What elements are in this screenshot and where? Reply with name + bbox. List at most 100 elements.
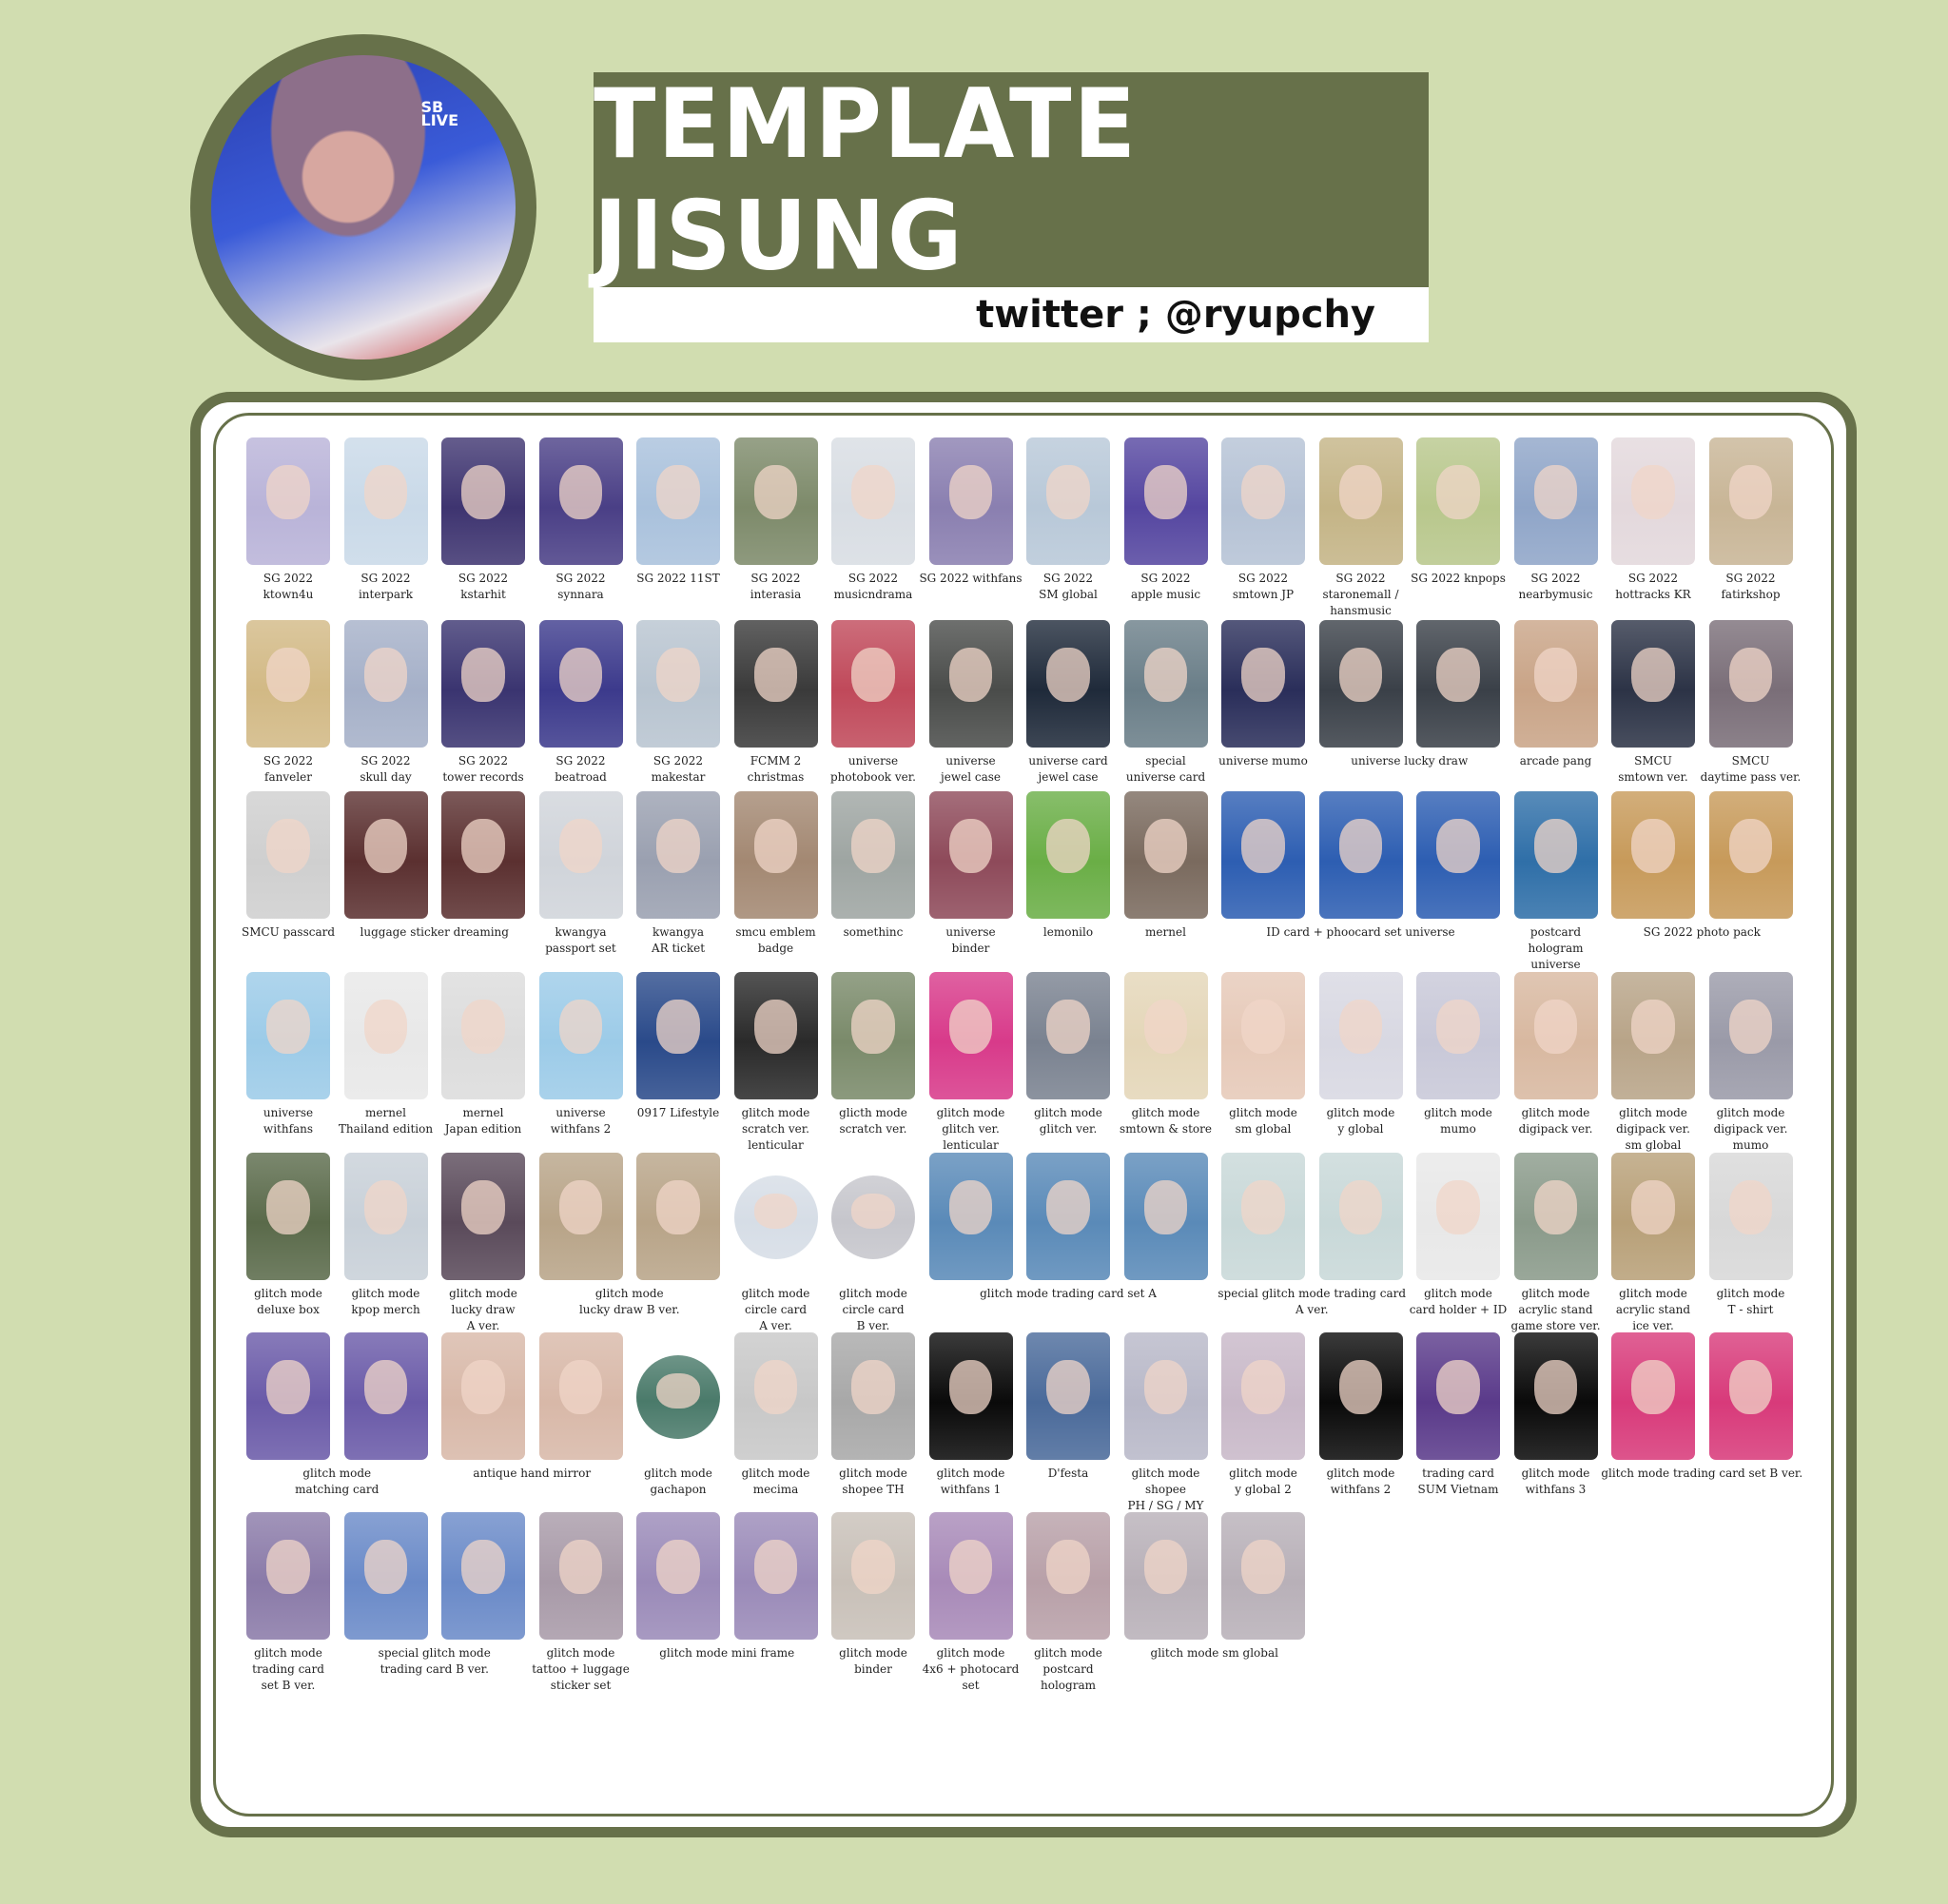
photocard-image: [246, 972, 330, 1099]
photocard-label: SMCU daytime pass ver.: [1700, 754, 1802, 784]
photocard-portrait: [1533, 1000, 1578, 1054]
photocard-label: glitch mode circle card B ver.: [839, 1287, 907, 1332]
photocard-image: [1123, 791, 1208, 919]
photocard-image: [538, 791, 623, 919]
photocard-portrait: [753, 819, 798, 873]
photocard-portrait: [753, 648, 798, 702]
photocard-image: [928, 1512, 1013, 1640]
photocard-portrait: [461, 1360, 505, 1414]
photocard-image: [1416, 791, 1500, 919]
photocard-image: [538, 1153, 623, 1280]
photocard-image: [733, 620, 818, 748]
photocard-image: [1513, 437, 1598, 565]
photocard-portrait: [656, 819, 700, 873]
photocard-image: [343, 972, 428, 1099]
photocard-portrait: [363, 1000, 408, 1054]
photocard-portrait: [1241, 1000, 1285, 1054]
broadcast-logo: SB LIVE: [420, 98, 458, 129]
photocard-image: [1416, 620, 1500, 748]
photocard-portrait: [558, 1360, 603, 1414]
photocard-image: [343, 791, 428, 919]
photocard-portrait: [1728, 465, 1773, 519]
photocard-image: [1318, 1153, 1403, 1280]
photocard-image: [831, 620, 915, 748]
photocard-portrait: [558, 1000, 603, 1054]
photocard-image: [1123, 1332, 1208, 1460]
photocard-image: [343, 1153, 428, 1280]
photocard-image: [343, 620, 428, 748]
photocard-portrait: [461, 465, 505, 519]
twitter-handle: twitter ; @ryupchy: [976, 293, 1375, 337]
photocard-portrait: [656, 465, 700, 519]
photocard-portrait: [1241, 465, 1285, 519]
photocard-image: [1611, 1153, 1695, 1280]
photocard-image: [733, 1512, 818, 1640]
photocard-image: [1708, 791, 1793, 919]
photocard-portrait: [851, 1540, 895, 1594]
photocard-portrait: [753, 465, 798, 519]
photocard-image: [1513, 1332, 1598, 1460]
photocard-image: [1416, 437, 1500, 565]
photocard-image: [1123, 437, 1208, 565]
photocard-portrait: [1338, 1180, 1383, 1234]
photocard-portrait: [948, 1540, 993, 1594]
photocard-label: glitch mode trading card set A: [980, 1287, 1157, 1300]
photocard-image: [441, 437, 525, 565]
photocard-image: [246, 620, 330, 748]
photocard-portrait: [1046, 1000, 1090, 1054]
photocard-image: [538, 1332, 623, 1460]
photocard-image: [1026, 1512, 1110, 1640]
photocard-portrait: [1143, 465, 1188, 519]
photocard-portrait: [1143, 819, 1188, 873]
photocard-image: [1318, 791, 1403, 919]
photocard-image: [246, 437, 330, 565]
photocard-image: [636, 437, 720, 565]
photocard-portrait: [948, 1180, 993, 1234]
photocard-portrait: [266, 1540, 310, 1594]
photocard-image: [1221, 437, 1305, 565]
photocard-portrait: [948, 819, 993, 873]
photocard-image: [1513, 620, 1598, 748]
photocard-label: glitch mode trading card set B ver.: [1601, 1467, 1803, 1480]
photocard-portrait: [948, 1000, 993, 1054]
photocard-portrait: [1143, 1540, 1188, 1594]
photocard-image: [831, 1512, 915, 1640]
photocard-image: [636, 1512, 720, 1640]
photocard-image: [538, 437, 623, 565]
photocard-image: [1611, 620, 1695, 748]
photocard-image: [1513, 972, 1598, 1099]
photocard-portrait: [1241, 819, 1285, 873]
photocard-portrait: [1533, 1360, 1578, 1414]
photocard-portrait: [1143, 1180, 1188, 1234]
photocard-image: [246, 1512, 330, 1640]
photocard-image: [733, 1175, 818, 1259]
photocard-portrait: [363, 819, 408, 873]
photocard-portrait: [363, 1540, 408, 1594]
photocard-portrait: [1728, 1360, 1773, 1414]
photocard-image: [831, 972, 915, 1099]
photocard-image: [441, 791, 525, 919]
photocard-portrait: [266, 648, 310, 702]
photocard-image: [831, 437, 915, 565]
photocard-portrait: [1436, 1000, 1480, 1054]
photocard-portrait: [1436, 465, 1480, 519]
photocard-portrait: [753, 1194, 798, 1230]
photocard-portrait: [461, 1180, 505, 1234]
photocard-portrait: [558, 819, 603, 873]
photocard-image: [928, 620, 1013, 748]
photocard-image: [441, 1512, 525, 1640]
photocard-portrait: [558, 648, 603, 702]
photocard-image: [441, 1332, 525, 1460]
photocard-image: [441, 620, 525, 748]
photocard-portrait: [1241, 648, 1285, 702]
photocard-image: [1318, 1332, 1403, 1460]
photocard-portrait: [1533, 819, 1578, 873]
photocard-portrait: [1046, 819, 1090, 873]
photocard-image: [1708, 972, 1793, 1099]
photocard-image: [538, 972, 623, 1099]
photocard-portrait: [461, 819, 505, 873]
photocard-portrait: [1533, 648, 1578, 702]
photocard-image: [1708, 437, 1793, 565]
photocard-portrait: [266, 819, 310, 873]
photocard-portrait: [851, 1194, 895, 1230]
